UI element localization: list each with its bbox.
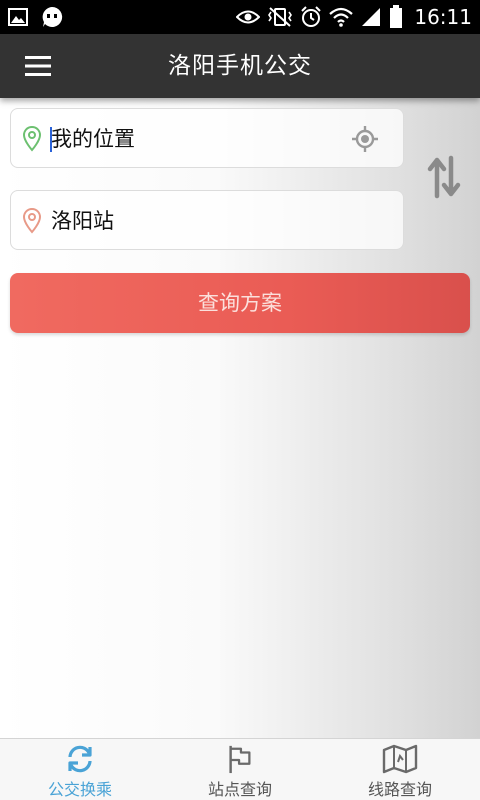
message-icon bbox=[40, 5, 64, 29]
status-bar: 16:11 bbox=[0, 0, 480, 34]
bottom-nav: 公交换乘 站点查询 线路查询 bbox=[0, 738, 480, 800]
nav-label: 公交换乘 bbox=[47, 780, 112, 799]
query-route-button[interactable]: 查询方案 bbox=[10, 273, 470, 333]
route-form: 我的位置 洛阳站 查询方案 bbox=[0, 98, 480, 738]
locate-button[interactable] bbox=[351, 125, 379, 157]
map-icon bbox=[382, 744, 418, 774]
signal-icon bbox=[360, 7, 382, 27]
image-icon bbox=[8, 8, 28, 26]
nav-item-transfer[interactable]: 公交换乘 bbox=[0, 739, 160, 800]
location-pin-icon bbox=[22, 125, 42, 156]
crosshair-icon bbox=[352, 126, 378, 152]
swap-locations-button[interactable] bbox=[426, 154, 462, 204]
page-title: 洛阳手机公交 bbox=[168, 53, 312, 79]
vibrate-mute-icon bbox=[267, 6, 293, 28]
from-location-field[interactable]: 我的位置 bbox=[10, 108, 404, 168]
from-location-value: 我的位置 bbox=[51, 127, 135, 151]
app-bar: 洛阳手机公交 bbox=[0, 34, 480, 98]
to-location-value: 洛阳站 bbox=[51, 209, 114, 233]
nav-label: 线路查询 bbox=[367, 780, 432, 799]
swap-arrows-icon bbox=[427, 155, 461, 199]
alarm-icon bbox=[300, 6, 322, 28]
nav-item-line-search[interactable]: 线路查询 bbox=[320, 739, 480, 800]
eye-icon bbox=[236, 9, 261, 25]
nav-label: 站点查询 bbox=[207, 780, 272, 799]
wifi-icon bbox=[329, 7, 354, 27]
transfer-icon bbox=[68, 745, 92, 773]
battery-icon bbox=[389, 5, 403, 29]
nav-item-stop-search[interactable]: 站点查询 bbox=[160, 739, 320, 800]
location-pin-icon bbox=[22, 207, 42, 238]
status-time: 16:11 bbox=[414, 5, 472, 29]
to-location-field[interactable]: 洛阳站 bbox=[10, 190, 404, 250]
flag-icon bbox=[229, 745, 251, 774]
